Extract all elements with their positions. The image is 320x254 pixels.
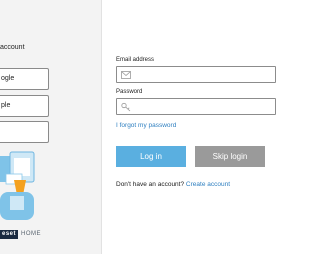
email-input[interactable] [133,67,273,82]
mail-icon [121,71,131,79]
apple-login-button[interactable]: ple [0,95,49,117]
create-account-link[interactable]: Create account [186,181,230,188]
login-button[interactable]: Log in [116,146,186,167]
left-panel: account ogle ple eset HOME [0,0,102,254]
devices-illustration [0,151,35,220]
password-field[interactable] [116,98,276,115]
email-label: Email address [116,57,155,63]
no-account-row: Don't have an account? Create account [116,181,230,188]
skip-login-button[interactable]: Skip login [195,146,265,167]
key-icon [121,102,131,112]
password-label: Password [116,89,143,95]
no-account-text: Don't have an account? [116,181,185,188]
password-input[interactable] [133,99,273,114]
google-login-button[interactable]: ogle [0,68,49,90]
left-heading: account [0,44,25,51]
eset-logo-badge: eset [0,229,19,239]
eset-home-logo: eset HOME [0,229,41,239]
home-logo-text: HOME [21,231,42,237]
forgot-password-link[interactable]: I forgot my password [116,122,176,129]
apple-login-label: ple [1,102,11,109]
social-login-button[interactable] [0,121,49,143]
google-login-label: ogle [1,75,15,82]
email-field[interactable] [116,66,276,83]
login-form: Email address Password I forgot my passw… [103,0,280,254]
